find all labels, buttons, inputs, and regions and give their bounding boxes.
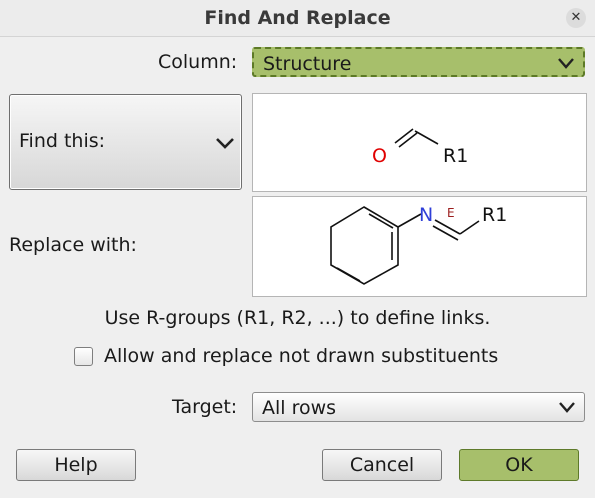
replace-r1-group: R1 xyxy=(482,204,507,226)
dialog-title: Find And Replace xyxy=(204,7,391,29)
find-mode-dropdown[interactable]: Find this: xyxy=(9,94,242,190)
allow-substituents-checkbox[interactable] xyxy=(74,347,93,366)
cancel-button[interactable]: Cancel xyxy=(322,449,442,481)
target-select[interactable]: All rows xyxy=(252,392,585,422)
info-text: Use R-groups (R1, R2, ...) to define lin… xyxy=(104,307,491,329)
find-mode-label: Find this: xyxy=(19,130,106,152)
replace-label: Replace with: xyxy=(9,234,137,256)
chevron-down-icon xyxy=(559,402,575,413)
chevron-down-icon xyxy=(216,138,234,149)
find-structure-drawing: O R1 xyxy=(372,128,468,167)
ok-button[interactable]: OK xyxy=(459,449,579,481)
help-button[interactable]: Help xyxy=(16,449,136,481)
chevron-down-icon xyxy=(558,58,574,69)
column-select-value: Structure xyxy=(263,53,352,75)
find-r1-group: R1 xyxy=(443,145,468,167)
oxygen-atom: O xyxy=(372,145,387,167)
target-label: Target: xyxy=(172,396,238,418)
stereo-label: E xyxy=(447,206,455,220)
column-select[interactable]: Structure xyxy=(252,47,585,77)
column-label: Column: xyxy=(158,51,238,73)
title-bar: Find And Replace ✕ xyxy=(0,0,595,37)
close-icon[interactable]: ✕ xyxy=(566,8,586,28)
find-structure-editor[interactable]: O R1 xyxy=(252,93,587,192)
allow-substituents-label: Allow and replace not drawn substituents xyxy=(104,345,499,367)
replace-structure-editor[interactable]: N E R1 xyxy=(252,196,587,297)
replace-structure-drawing: N E R1 xyxy=(330,204,507,285)
nitrogen-atom: N xyxy=(419,204,433,226)
target-select-value: All rows xyxy=(262,397,337,419)
